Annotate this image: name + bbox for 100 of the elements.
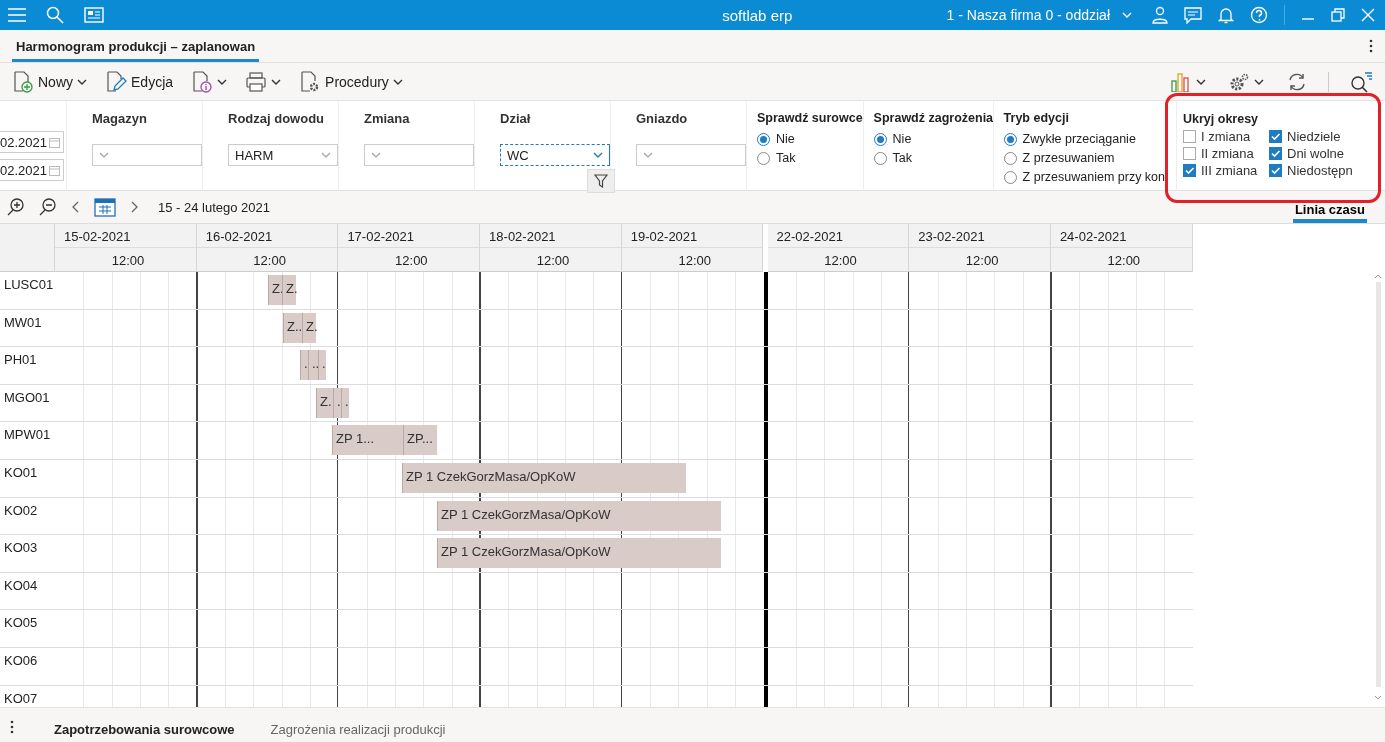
- more-options-icon[interactable]: [10, 719, 14, 734]
- checkbox-option[interactable]: I zmiana: [1183, 129, 1269, 144]
- filter-label: Gniazdo: [636, 111, 689, 126]
- resource-label: MGO01: [4, 389, 50, 405]
- edit-document-icon: [105, 70, 127, 93]
- chat-icon[interactable]: [1184, 6, 1202, 24]
- task-bar[interactable]: ZP 1 CzekGorzMasa/OpKoW: [437, 500, 721, 531]
- radio-option[interactable]: Z przesuwaniem: [1003, 151, 1176, 165]
- task-bar[interactable]: Z.: [268, 275, 282, 305]
- checkbox-option[interactable]: Dni wolne: [1269, 146, 1361, 161]
- task-bar[interactable]: Z.: [316, 387, 333, 418]
- caret-icon: [643, 152, 653, 158]
- group-title: Ukryj okresy: [1183, 112, 1259, 126]
- date-header: 16-02-2021: [196, 224, 339, 248]
- checkbox[interactable]: [1269, 147, 1282, 160]
- task-bar[interactable]: .: [333, 387, 341, 418]
- resource-label: KO05: [4, 615, 38, 631]
- checkbox-option[interactable]: Niedostępn: [1269, 163, 1361, 178]
- task-bar[interactable]: ZP 1 CzekGorzMasa/OpKoW: [437, 538, 721, 569]
- more-options-icon[interactable]: [1369, 39, 1373, 53]
- task-bar[interactable]: ZP 1 CzekGorzMasa/OpKoW: [402, 463, 686, 493]
- date-field[interactable]: 02.2021: [0, 159, 64, 181]
- bottom-tab[interactable]: Zagrożenia realizacji produkcji: [268, 708, 448, 742]
- filter-button[interactable]: [587, 169, 615, 193]
- calendar-icon[interactable]: [94, 197, 116, 217]
- caret-icon: [321, 152, 331, 158]
- time-label: 12:00: [536, 253, 570, 268]
- time-label: 12:00: [824, 253, 857, 268]
- zoom-out-icon[interactable]: [38, 197, 58, 217]
- checkbox[interactable]: [1269, 130, 1282, 143]
- task-bar[interactable]: .: [341, 387, 349, 418]
- checkbox-option[interactable]: II zmiana: [1183, 146, 1269, 161]
- menu-icon[interactable]: [8, 8, 26, 22]
- task-bar[interactable]: Z..: [283, 312, 302, 343]
- help-icon[interactable]: [1250, 6, 1268, 24]
- radio-button[interactable]: [873, 132, 887, 146]
- date-header: 24-02-2021: [1050, 224, 1193, 248]
- procedures-button[interactable]: Procedury: [297, 68, 405, 95]
- zoom-in-icon[interactable]: [6, 197, 26, 217]
- date-field[interactable]: 02.2021: [0, 131, 64, 153]
- checkbox[interactable]: [1183, 130, 1196, 143]
- checkbox[interactable]: [1269, 164, 1282, 177]
- company-name: 1 - Nasza firma 0 - oddział: [946, 7, 1110, 23]
- search-icon[interactable]: [46, 6, 64, 24]
- radio-option[interactable]: Zwykłe przeciąganie: [1003, 132, 1176, 146]
- radio-option[interactable]: Tak: [873, 151, 993, 165]
- radio-option[interactable]: Z przesuwaniem przy kon: [1003, 170, 1176, 184]
- bell-icon[interactable]: [1218, 6, 1234, 24]
- resource-label: MW01: [4, 314, 42, 330]
- group-title: Sprawdź zagrożenia: [873, 111, 993, 125]
- user-icon[interactable]: [1152, 6, 1168, 24]
- bottom-tab[interactable]: Zapotrzebowania surowcowe: [52, 708, 237, 742]
- radio-button[interactable]: [757, 132, 770, 146]
- scrollbar[interactable]: [1373, 272, 1383, 702]
- time-label: 12:00: [111, 253, 145, 268]
- resource-label: KO04: [4, 577, 38, 593]
- resource-label: KO02: [4, 502, 38, 518]
- newspaper-icon[interactable]: [84, 7, 104, 23]
- radio-button[interactable]: [757, 151, 770, 165]
- document-tab[interactable]: Harmonogram produkcji – zaplanowan: [12, 39, 260, 62]
- document-info-icon: [191, 70, 214, 93]
- time-label: 12:00: [395, 253, 428, 268]
- task-bar[interactable]: ZP...: [403, 425, 437, 456]
- checkbox-option[interactable]: Niedziele: [1269, 129, 1361, 144]
- filter-dropdown[interactable]: HARM: [228, 144, 338, 166]
- time-label: 12:00: [678, 253, 711, 268]
- task-bar[interactable]: Z.: [282, 275, 296, 305]
- resource-label: LUSC01: [4, 277, 54, 292]
- gear-icon: [1228, 71, 1250, 92]
- radio-button[interactable]: [1003, 170, 1017, 184]
- group-title: Tryb edycji: [1003, 111, 1070, 125]
- checkbox[interactable]: [1183, 164, 1196, 177]
- radio-button[interactable]: [1003, 132, 1017, 146]
- radio-option[interactable]: Tak: [757, 151, 863, 165]
- filter-dropdown[interactable]: WC: [500, 144, 610, 166]
- radio-option[interactable]: Nie: [873, 132, 993, 146]
- date-range: 15 - 24 lutego 2021: [158, 199, 271, 215]
- radio-option[interactable]: Nie: [757, 132, 863, 146]
- task-bar[interactable]: ..: [308, 350, 318, 381]
- search-icon: [1349, 70, 1373, 93]
- printer-icon: [245, 70, 268, 93]
- filter-label: Zmiana: [364, 111, 411, 126]
- date-header: 17-02-2021: [338, 224, 481, 248]
- checkbox[interactable]: [1183, 147, 1196, 160]
- resource-label: KO01: [4, 465, 38, 480]
- date-header: 18-02-2021: [480, 224, 622, 248]
- task-bar[interactable]: Z.: [302, 312, 316, 343]
- caret-icon: [1122, 12, 1132, 18]
- task-bar[interactable]: .: [318, 350, 326, 381]
- date-header: 22-02-2021: [767, 224, 910, 248]
- close-icon[interactable]: [1361, 8, 1375, 22]
- task-bar[interactable]: .: [300, 350, 308, 381]
- radio-button[interactable]: [873, 151, 887, 165]
- filter-label: Rodzaj dowodu: [228, 111, 326, 126]
- radio-button[interactable]: [1003, 151, 1017, 165]
- task-bar[interactable]: ZP 1...: [332, 425, 403, 456]
- edit-button[interactable]: Edycja: [103, 68, 176, 95]
- restore-icon[interactable]: [1331, 8, 1345, 22]
- checkbox-option[interactable]: III zmiana: [1183, 163, 1269, 178]
- new-button[interactable]: Nowy: [10, 68, 89, 95]
